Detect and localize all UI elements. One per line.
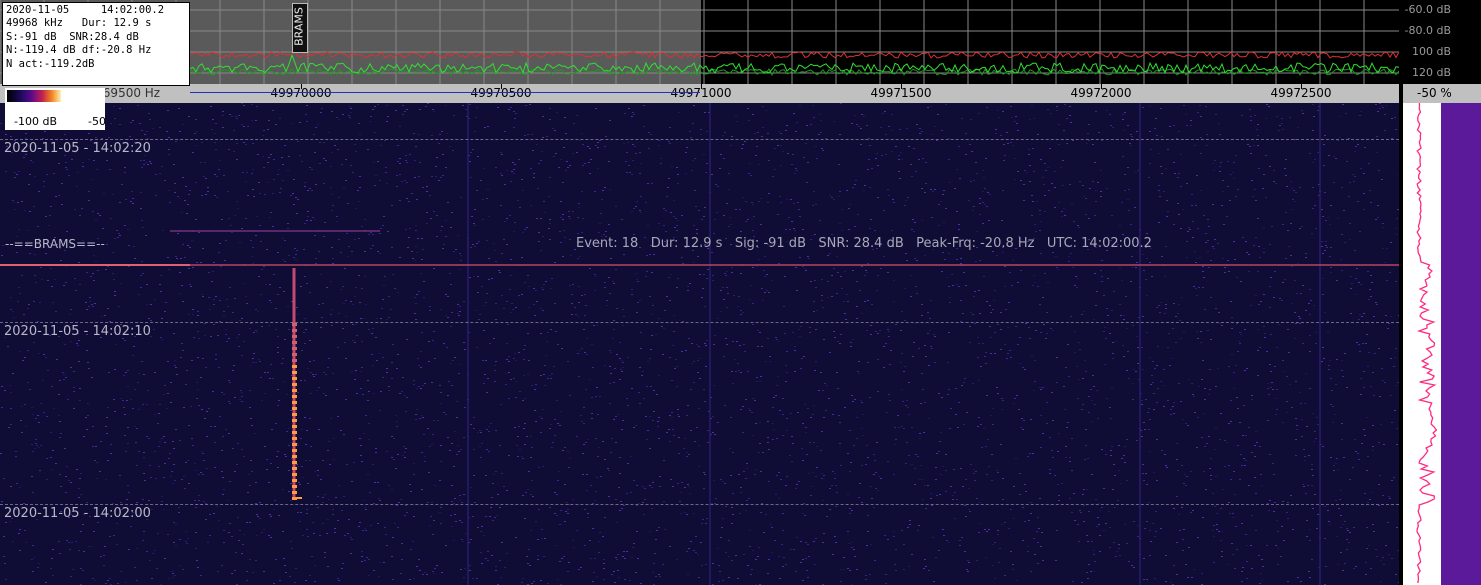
- percent-label: -50 %: [1417, 86, 1452, 100]
- info-noise: N:-119.4 dB: [6, 44, 76, 57]
- percent-scale: -50 %: [1403, 84, 1481, 103]
- level-trace: [1416, 103, 1438, 584]
- signal-level-panel: [1403, 103, 1481, 585]
- db-label-60: -60.0 dB: [1404, 3, 1452, 16]
- color-gradient: [7, 90, 61, 102]
- time-gridline: [0, 322, 1399, 323]
- info-freq: 49968 kHz: [6, 17, 63, 30]
- db-scale: -60.0 dB -80.0 dB 100 dB 120 dB: [1399, 0, 1481, 84]
- info-df: df:-20.8 Hz: [81, 44, 152, 57]
- info-noise-active: N act:-119.2dB: [6, 57, 95, 70]
- freq-label-49972000: 49972000: [1070, 86, 1132, 100]
- timestamp-label: 2020-11-05 - 14:02:00: [4, 506, 151, 521]
- timestamp-label: 2020-11-05 - 14:02:20: [4, 141, 151, 156]
- freq-label-49970500: 49970500: [470, 86, 532, 100]
- meteor-marker-tag: BRAMS: [292, 3, 308, 53]
- info-snr: SNR:28.4 dB: [69, 30, 139, 43]
- db-label-100: 100 dB: [1411, 45, 1451, 58]
- waterfall-display[interactable]: 2020-11-05 - 14:02:20 --==BRAMS==-- Even…: [0, 103, 1399, 585]
- time-gridline: [0, 139, 1399, 140]
- legend-high-label: -50: [88, 115, 106, 128]
- event-info-text: Event: 18 Dur: 12.9 s Sig: -91 dB SNR: 2…: [576, 236, 1152, 251]
- color-legend: -100 dB -50: [5, 88, 106, 130]
- info-signal: S:-91 dB: [6, 30, 57, 43]
- legend-low-label: -100 dB: [14, 115, 57, 128]
- info-time: 14:02:00.2: [100, 4, 165, 16]
- passband-line: [190, 92, 700, 93]
- station-label: --==BRAMS==--: [5, 237, 105, 251]
- db-label-80: -80.0 dB: [1404, 24, 1452, 37]
- freq-label-49972500: 49972500: [1270, 86, 1332, 100]
- freq-label-49971500: 49971500: [870, 86, 932, 100]
- event-info-box: 2020-11-05 14:02:00.2 49968 kHz Dur: 12.…: [2, 2, 190, 86]
- timestamp-label: 2020-11-05 - 14:02:10: [4, 324, 151, 339]
- time-gridline: [0, 504, 1399, 505]
- frequency-axis[interactable]: 49969500 Hz 49970000 49970500 49971000 4…: [0, 84, 1399, 103]
- freq-label-49971000: 49971000: [670, 86, 732, 100]
- db-label-120: 120 dB: [1411, 66, 1451, 79]
- info-duration: Dur: 12.9 s: [81, 17, 152, 30]
- meteor-marker-label: BRAMS: [292, 7, 306, 46]
- waterfall-noise: [0, 103, 1399, 585]
- spectrum-plot: [0, 0, 1399, 84]
- info-date: 2020-11-05: [6, 4, 70, 16]
- spectrum-display[interactable]: [0, 0, 1399, 84]
- freq-label-49970000: 49970000: [270, 86, 332, 100]
